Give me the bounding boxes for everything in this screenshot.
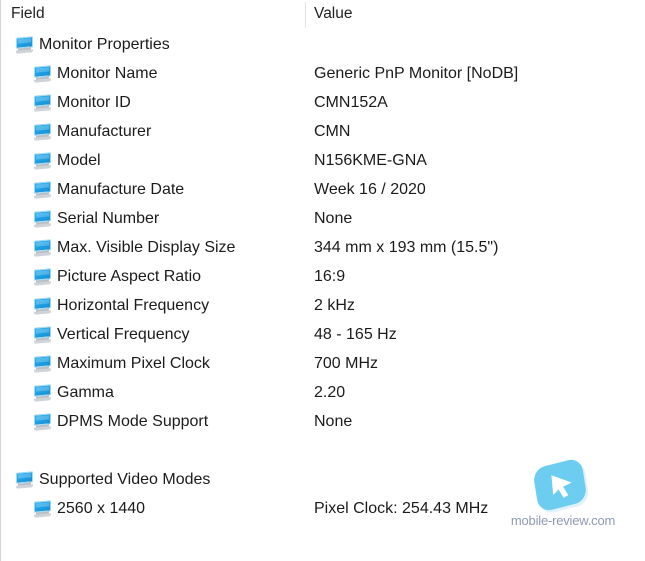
row-field-cell: 2560 x 1440 — [1, 494, 145, 523]
row-value-cell: 344 mm x 193 mm (15.5") — [314, 238, 499, 256]
row-field-cell: Manufacture Date — [1, 175, 184, 204]
row-field-cell: Vertical Frequency — [1, 320, 190, 349]
monitor-icon — [15, 35, 34, 54]
column-header-field[interactable]: Field — [11, 4, 45, 24]
row-field-label: Max. Visible Display Size — [57, 238, 236, 256]
monitor-icon — [33, 354, 52, 373]
row-field-cell: Monitor ID — [1, 88, 131, 117]
row-field-label: Maximum Pixel Clock — [57, 354, 210, 372]
row-field-cell: Monitor Properties — [1, 30, 170, 59]
row-field-label: Serial Number — [57, 209, 160, 227]
row-field-cell: DPMS Mode Support — [1, 407, 208, 436]
monitor-icon — [33, 93, 52, 112]
row-field-cell: Horizontal Frequency — [1, 291, 209, 320]
row-field-label: Vertical Frequency — [57, 325, 190, 343]
table-row[interactable]: Picture Aspect Ratio 16:9 — [1, 262, 645, 291]
row-field-label: 2560 x 1440 — [57, 499, 146, 517]
row-value-cell: CMN152A — [314, 93, 388, 111]
monitor-icon — [33, 499, 52, 518]
row-value-cell: None — [314, 412, 353, 430]
row-field-label: Monitor ID — [57, 93, 131, 111]
row-field-cell: Monitor Name — [1, 59, 157, 88]
table-header: Field Value — [1, 0, 645, 30]
table-row[interactable]: Horizontal Frequency 2 kHz — [1, 291, 645, 320]
monitor-icon — [33, 151, 52, 170]
table-row[interactable]: Monitor Name Generic PnP Monitor [NoDB] — [1, 59, 645, 88]
table-row[interactable]: Model N156KME-GNA — [1, 146, 645, 175]
row-field-label: Monitor Properties — [39, 35, 170, 53]
table-row[interactable]: 2560 x 1440 Pixel Clock: 254.43 MHz — [1, 494, 645, 523]
monitor-icon — [33, 180, 52, 199]
monitor-icon — [33, 325, 52, 344]
row-value-cell: N156KME-GNA — [314, 151, 427, 169]
row-value-cell: 2 kHz — [314, 296, 355, 314]
monitor-properties-panel: Field Value Monitor Properties Monitor Na… — [0, 0, 645, 561]
column-separator[interactable] — [305, 2, 306, 28]
monitor-icon — [33, 267, 52, 286]
monitor-icon — [33, 296, 52, 315]
table-row[interactable]: Manufacturer CMN — [1, 117, 645, 146]
table-row[interactable]: Gamma 2.20 — [1, 378, 645, 407]
row-field-cell: Picture Aspect Ratio — [1, 262, 201, 291]
monitor-icon — [33, 238, 52, 257]
row-value-cell: None — [314, 209, 353, 227]
table-row[interactable]: Maximum Pixel Clock 700 MHz — [1, 349, 645, 378]
row-field-cell: Supported Video Modes — [1, 465, 210, 494]
row-field-cell: Gamma — [1, 378, 114, 407]
row-field-label: Manufacture Date — [57, 180, 185, 198]
table-row[interactable]: Manufacture Date Week 16 / 2020 — [1, 175, 645, 204]
table-row[interactable]: Serial Number None — [1, 204, 645, 233]
table-row[interactable]: Supported Video Modes — [1, 465, 645, 494]
row-field-label: Picture Aspect Ratio — [57, 267, 202, 285]
row-field-label: Model — [57, 151, 101, 169]
table-row[interactable]: Vertical Frequency 48 - 165 Hz — [1, 320, 645, 349]
row-field-label: DPMS Mode Support — [57, 412, 209, 430]
row-field-label: Supported Video Modes — [39, 470, 211, 488]
row-field-cell: Maximum Pixel Clock — [1, 349, 210, 378]
row-value-cell: 2.20 — [314, 383, 346, 401]
row-field-label: Horizontal Frequency — [57, 296, 210, 314]
monitor-icon — [33, 412, 52, 431]
table-row[interactable]: DPMS Mode Support None — [1, 407, 645, 436]
table-row[interactable]: Max. Visible Display Size 344 mm x 193 mm… — [1, 233, 645, 262]
row-value-cell: 48 - 165 Hz — [314, 325, 397, 343]
table-row[interactable]: Monitor Properties — [1, 30, 645, 59]
row-value-cell: Pixel Clock: 254.43 MHz — [314, 499, 489, 517]
column-header-value[interactable]: Value — [314, 4, 353, 24]
row-value-cell: 700 MHz — [314, 354, 379, 372]
row-field-cell: Manufacturer — [1, 117, 151, 146]
row-value-cell: CMN — [314, 122, 351, 140]
monitor-icon — [33, 383, 52, 402]
monitor-icon — [33, 209, 52, 228]
table-row[interactable]: Monitor ID CMN152A — [1, 88, 645, 117]
row-value-cell: Week 16 / 2020 — [314, 180, 426, 198]
monitor-icon — [33, 64, 52, 83]
row-field-cell: Model — [1, 146, 101, 175]
row-value-cell: Generic PnP Monitor [NoDB] — [314, 64, 519, 82]
monitor-icon — [15, 470, 34, 489]
row-value-cell: 16:9 — [314, 267, 346, 285]
properties-list: Monitor Properties Monitor Name Generic Pn… — [1, 30, 645, 523]
row-field-cell: Max. Visible Display Size — [1, 233, 235, 262]
row-field-label: Gamma — [57, 383, 114, 401]
row-field-label: Manufacturer — [57, 122, 152, 140]
monitor-icon — [33, 122, 52, 141]
row-field-cell: Serial Number — [1, 204, 159, 233]
row-field-label: Monitor Name — [57, 64, 158, 82]
